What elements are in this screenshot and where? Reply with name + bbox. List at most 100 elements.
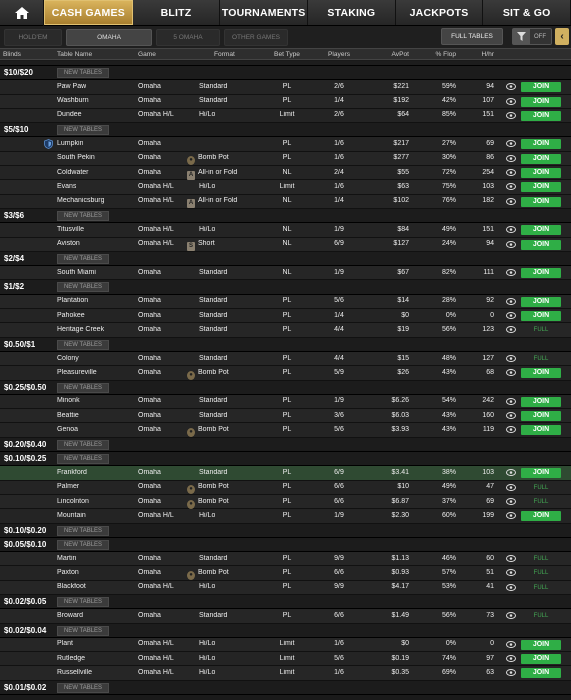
join-button[interactable]: JOIN	[521, 425, 561, 436]
join-button[interactable]: JOIN	[521, 225, 561, 236]
join-button[interactable]: JOIN	[521, 468, 561, 479]
table-row[interactable]: Coldwater Omaha A All-in or Fold NL 2/4 $55 72%…	[0, 166, 571, 181]
eye-icon[interactable]	[506, 612, 516, 620]
eye-icon[interactable]	[506, 483, 516, 491]
new-tables-button[interactable]: NEW TABLES	[57, 596, 109, 607]
new-tables-button[interactable]: NEW TABLES	[57, 525, 109, 536]
new-tables-button[interactable]: NEW TABLES	[57, 382, 109, 393]
eye-icon[interactable]	[506, 312, 516, 320]
column-hhr[interactable]: H/hr	[464, 51, 494, 58]
tab-cash-games[interactable]: CASH GAMES	[44, 0, 133, 25]
join-button[interactable]: JOIN	[521, 96, 561, 107]
column-flop[interactable]: % Flop	[420, 51, 456, 58]
table-row[interactable]: Blackfoot Omaha H/L Hi/Lo PL 9/9 $4.17 53% 41 FU…	[0, 580, 571, 595]
table-row[interactable]: South Pekin Omaha ● Bomb Pot PL 1/6 $277 30% 86 J…	[0, 151, 571, 167]
tab-other-games[interactable]: OTHER GAMES	[224, 28, 288, 46]
join-button[interactable]: JOIN	[521, 168, 561, 179]
eye-icon[interactable]	[506, 83, 516, 91]
eye-icon[interactable]	[506, 169, 516, 177]
filter-toggle[interactable]: OFF	[512, 28, 552, 45]
eye-icon[interactable]	[506, 497, 516, 505]
new-tables-button[interactable]: NEW TABLES	[57, 339, 109, 350]
eye-icon[interactable]	[506, 555, 516, 563]
column-players[interactable]: Players	[317, 51, 361, 58]
table-row[interactable]: Heritage Creek Omaha Standard PL 4/4 $19 56% 12…	[0, 323, 571, 338]
table-row[interactable]: Washburn Omaha Standard PL 1/4 $192 42% 107 JOIN	[0, 94, 571, 109]
join-button[interactable]: JOIN	[521, 411, 561, 422]
tab-holdem[interactable]: HOLD'EM	[4, 28, 62, 46]
column-game[interactable]: Game	[138, 51, 156, 58]
new-tables-button[interactable]: NEW TABLES	[57, 125, 109, 136]
table-row[interactable]: Pleasureville Omaha ● Bomb Pot PL 5/9 $26 43% 68…	[0, 366, 571, 381]
table-row[interactable]: Mechanicsburg Omaha H/L A All-in or Fold NL 1…	[0, 194, 571, 209]
eye-icon[interactable]	[506, 140, 516, 148]
home-button[interactable]	[0, 0, 44, 26]
column-blinds[interactable]: Blinds	[3, 51, 21, 58]
tab-staking[interactable]: STAKING	[308, 0, 396, 25]
eye-icon[interactable]	[506, 426, 516, 434]
eye-icon[interactable]	[506, 326, 516, 334]
eye-icon[interactable]	[506, 269, 516, 277]
new-tables-button[interactable]: NEW TABLES	[57, 682, 109, 693]
table-row[interactable]: Russellville Omaha H/L Hi/Lo Limit 1/6 $0.35 6…	[0, 666, 571, 681]
table-row[interactable]: Evans Omaha H/L Hi/Lo Limit 1/6 $63 75% 103 JOIN	[0, 180, 571, 195]
table-row[interactable]: Aviston Omaha H/L S Short NL 6/9 $127 24% 94 JOIN	[0, 237, 571, 252]
eye-icon[interactable]	[506, 154, 516, 162]
table-row[interactable]: Lincolnton Omaha ● Bomb Pot PL 6/6 $6.87 37% 69 F…	[0, 494, 571, 510]
table-row[interactable]: Genoa Omaha ● Bomb Pot PL 5/6 $3.93 43% 119 JOIN	[0, 423, 571, 438]
join-button[interactable]: JOIN	[521, 196, 561, 207]
table-row[interactable]: Paw Paw Omaha Standard PL 2/6 $221 59% 94 JOIN	[0, 80, 571, 95]
table-row[interactable]: Minonk Omaha Standard PL 1/9 $6.26 54% 242 JOIN	[0, 394, 571, 410]
table-row[interactable]: Plant Omaha H/L Hi/Lo Limit 1/6 $0 0% 0 JOIN	[0, 637, 571, 653]
join-button[interactable]: JOIN	[521, 311, 561, 322]
new-tables-button[interactable]: NEW TABLES	[57, 439, 109, 450]
eye-icon[interactable]	[506, 512, 516, 520]
table-row[interactable]: Palmer Omaha ● Bomb Pot PL 6/6 $10 49% 47 FULL	[0, 480, 571, 495]
eye-icon[interactable]	[506, 183, 516, 191]
tab-jackpots[interactable]: JACKPOTS	[396, 0, 484, 25]
new-tables-button[interactable]: NEW TABLES	[57, 210, 109, 221]
eye-icon[interactable]	[506, 111, 516, 119]
new-tables-button[interactable]: NEW TABLES	[57, 454, 109, 465]
new-tables-button[interactable]: NEW TABLES	[57, 253, 109, 264]
eye-icon[interactable]	[506, 469, 516, 477]
join-button[interactable]: JOIN	[521, 139, 561, 150]
join-button[interactable]: JOIN	[521, 511, 561, 522]
eye-icon[interactable]	[506, 569, 516, 577]
new-tables-button[interactable]: NEW TABLES	[57, 539, 109, 550]
eye-icon[interactable]	[506, 583, 516, 591]
table-row[interactable]: Dundee Omaha H/L Hi/Lo Limit 2/6 $64 85% 151 JOI…	[0, 108, 571, 124]
join-button[interactable]: JOIN	[521, 110, 561, 121]
column-table-name[interactable]: Table Name	[57, 51, 92, 58]
join-button[interactable]: JOIN	[521, 639, 561, 650]
table-row[interactable]: Beattie Omaha Standard PL 3/6 $6.03 43% 160 JOIN	[0, 409, 571, 424]
new-tables-button[interactable]: NEW TABLES	[57, 68, 109, 78]
join-button[interactable]: JOIN	[521, 239, 561, 250]
eye-icon[interactable]	[506, 397, 516, 405]
tab-omaha[interactable]: OMAHA	[66, 28, 152, 46]
column-bet-type[interactable]: Bet Type	[262, 51, 312, 58]
table-row[interactable]: Martin Omaha Standard PL 9/9 $1.13 46% 60 FULL	[0, 552, 571, 567]
collapse-button[interactable]: ‹	[555, 28, 569, 45]
join-button[interactable]: JOIN	[521, 153, 561, 164]
eye-icon[interactable]	[506, 226, 516, 234]
join-button[interactable]: JOIN	[521, 654, 561, 665]
join-button[interactable]: JOIN	[521, 296, 561, 307]
eye-icon[interactable]	[506, 669, 516, 677]
table-row[interactable]: South Miami Omaha Standard NL 1/9 $67 82% 111 JO…	[0, 266, 571, 281]
join-button[interactable]: JOIN	[521, 368, 561, 379]
table-row[interactable]: Pahokee Omaha Standard PL 1/4 $0 0% 0 JOIN	[0, 309, 571, 324]
full-tables-button[interactable]: FULL TABLES	[441, 28, 503, 45]
eye-icon[interactable]	[506, 354, 516, 362]
join-button[interactable]: JOIN	[521, 668, 561, 679]
table-row[interactable]: Mountain Omaha H/L Hi/Lo PL 1/9 $2.30 60% 199 JO…	[0, 509, 571, 524]
table-row[interactable]: Rutledge Omaha H/L Hi/Lo Limit 5/6 $0.19 74% 97…	[0, 652, 571, 667]
eye-icon[interactable]	[506, 97, 516, 105]
join-button[interactable]: JOIN	[521, 82, 561, 93]
column-avpot[interactable]: AvPot	[369, 51, 409, 58]
new-tables-button[interactable]: NEW TABLES	[57, 282, 109, 293]
tab-5-omaha[interactable]: 5 OMAHA	[156, 28, 220, 46]
eye-icon[interactable]	[506, 640, 516, 648]
column-format[interactable]: Format	[214, 51, 235, 58]
tab-tournaments[interactable]: TOURNAMENTS	[220, 0, 309, 25]
